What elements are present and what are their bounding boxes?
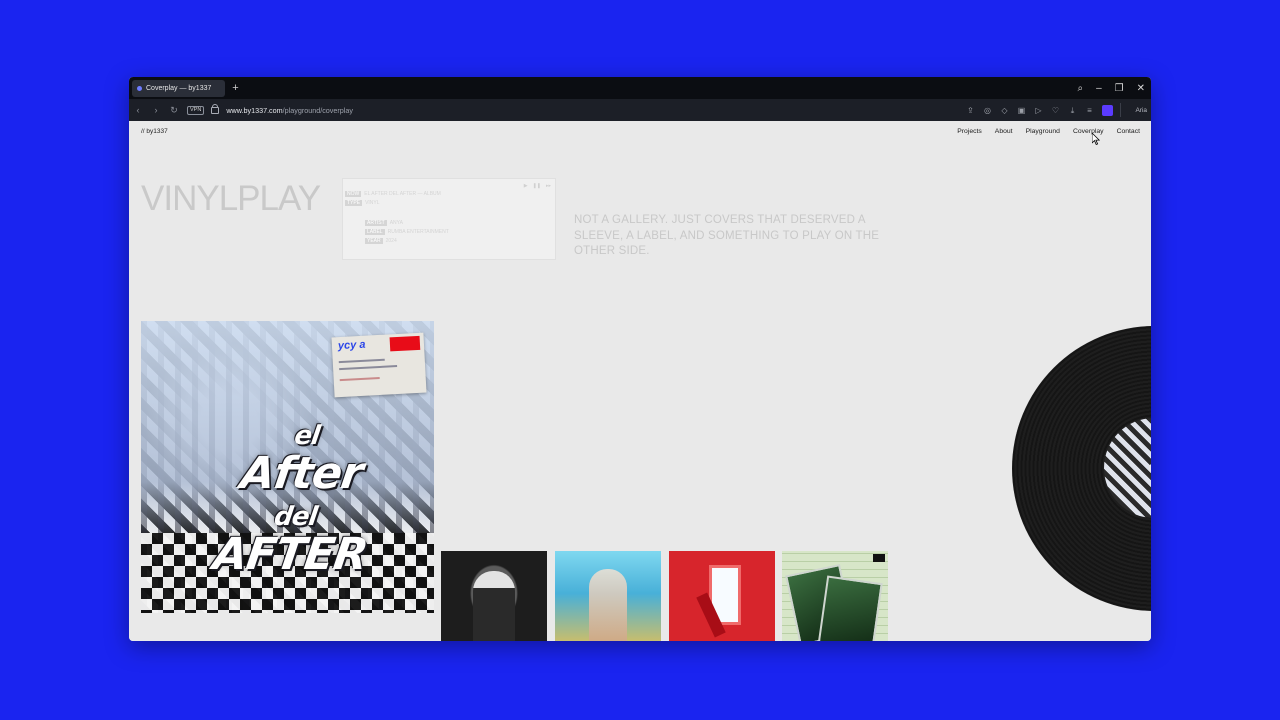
card-tag: TYPE xyxy=(345,200,363,206)
next-icon[interactable]: ▸▸ xyxy=(546,183,551,189)
card-value: 2024 xyxy=(385,238,397,244)
card-row: TYPE VINYL xyxy=(345,200,380,206)
aria-label: Aria xyxy=(1135,106,1147,114)
favicon-icon xyxy=(137,85,142,91)
sticker-line xyxy=(338,358,385,364)
main-nav: Projects About Playground Coverplay Cont… xyxy=(957,128,1140,135)
profile-icon[interactable] xyxy=(1102,104,1113,116)
url-field[interactable]: www.by1337.com/playground/coverplay xyxy=(226,106,353,115)
url-path: /playground/coverplay xyxy=(282,105,353,115)
nav-projects[interactable]: Projects xyxy=(957,128,982,135)
play-icon[interactable]: ▷ xyxy=(1034,106,1043,115)
cover-figure xyxy=(589,569,627,641)
vpn-badge[interactable]: VPN xyxy=(187,105,205,115)
nav-about[interactable]: About xyxy=(995,128,1013,135)
page-content: // by1337 Projects About Playground Cove… xyxy=(129,121,1151,641)
heart-icon[interactable]: ♡ xyxy=(1051,106,1060,115)
cover-title-line: el xyxy=(292,421,322,451)
tab-strip: Coverplay — by1337 + ⌕ – ❐ ✕ xyxy=(129,77,1151,99)
new-tab-button[interactable]: + xyxy=(230,82,241,94)
dvd-case xyxy=(817,575,883,641)
cover-thumbnail[interactable] xyxy=(441,551,547,641)
browser-window: Coverplay — by1337 + ⌕ – ❐ ✕ ‹ › ↻ VPN w… xyxy=(129,77,1151,641)
cover-thumbnail[interactable] xyxy=(555,551,661,641)
back-icon[interactable]: ‹ xyxy=(129,105,147,115)
cover-thumbnail[interactable] xyxy=(782,551,888,641)
explicit-badge xyxy=(873,554,885,562)
sticker-red-block xyxy=(389,335,421,352)
card-tag: NOW xyxy=(345,191,362,197)
cover-figure xyxy=(473,571,515,641)
sticker-line xyxy=(339,365,398,371)
vinyl-record[interactable] xyxy=(1012,326,1151,611)
maximize-icon[interactable]: ❐ xyxy=(1115,83,1124,94)
card-value: EL AFTER DEL AFTER — ALBUM xyxy=(364,191,441,197)
tab-coverplay[interactable]: Coverplay — by1337 xyxy=(132,79,225,97)
card-row: LABEL RUMBA ENTERTAINMENT xyxy=(365,229,449,235)
sticker-logo: ycy a xyxy=(337,338,366,353)
cover-title-line: AFTER xyxy=(210,529,371,580)
cover-title: el After del AFTER xyxy=(178,411,421,580)
aria-button[interactable]: Aria xyxy=(1120,103,1147,117)
tab-title: Coverplay — by1337 xyxy=(146,84,212,92)
card-tag: ARTIST xyxy=(365,220,387,226)
card-tag: LABEL xyxy=(365,229,385,235)
forward-icon[interactable]: › xyxy=(147,105,165,115)
reload-icon[interactable]: ↻ xyxy=(165,105,183,116)
pause-icon[interactable]: ❚❚ xyxy=(533,183,541,189)
menu-icon[interactable]: ≡ xyxy=(1085,106,1094,115)
card-controls: ▶ ❚❚ ▸▸ xyxy=(524,183,551,189)
card-row: ARTIST ANYA xyxy=(365,220,403,226)
featured-cover[interactable]: ycy a el After del AFTER xyxy=(141,321,434,613)
shield-icon[interactable]: ◇ xyxy=(1000,106,1009,115)
cover-title-line: After xyxy=(237,448,366,499)
card-row: YEAR 2024 xyxy=(365,238,397,244)
info-card: ▶ ❚❚ ▸▸ NOW EL AFTER DEL AFTER — ALBUM T… xyxy=(342,178,556,260)
vinyl-label xyxy=(1104,418,1151,518)
toolbar-icons: ⇪ ◎ ◇ ▣ ▷ ♡ ⤓ ≡ xyxy=(966,99,1113,121)
card-value: ANYA xyxy=(389,220,403,226)
window-controls: ⌕ – ❐ ✕ xyxy=(1077,77,1145,99)
sticker-line xyxy=(339,376,380,382)
mouse-cursor-icon xyxy=(1092,133,1100,145)
cover-thumbnail[interactable] xyxy=(669,551,775,641)
close-icon[interactable]: ✕ xyxy=(1137,83,1145,94)
address-bar: ‹ › ↻ VPN www.by1337.com/playground/cove… xyxy=(129,99,1151,121)
url-host: www.by1337.com xyxy=(226,105,283,115)
wallet-icon[interactable]: ▣ xyxy=(1017,106,1026,115)
camera-icon[interactable]: ◎ xyxy=(983,106,992,115)
play-icon[interactable]: ▶ xyxy=(524,183,528,189)
lock-icon[interactable] xyxy=(211,103,220,114)
card-value: VINYL xyxy=(365,200,380,206)
cover-sticker: ycy a xyxy=(331,332,427,398)
card-value: RUMBA ENTERTAINMENT xyxy=(387,229,449,235)
card-tag: YEAR xyxy=(365,238,383,244)
minimize-icon[interactable]: – xyxy=(1096,83,1102,94)
nav-playground[interactable]: Playground xyxy=(1026,128,1060,135)
share-icon[interactable]: ⇪ xyxy=(966,106,975,115)
nav-contact[interactable]: Contact xyxy=(1117,128,1140,135)
page-title: VINYLPLAY xyxy=(141,179,321,218)
cover-title-line: del xyxy=(272,502,319,532)
card-row: NOW EL AFTER DEL AFTER — ALBUM xyxy=(345,191,441,197)
tagline: NOT A GALLERY. JUST COVERS THAT DESERVED… xyxy=(574,214,880,257)
download-icon[interactable]: ⤓ xyxy=(1068,106,1077,115)
search-icon[interactable]: ⌕ xyxy=(1077,83,1083,94)
site-logo[interactable]: // by1337 xyxy=(141,128,168,135)
